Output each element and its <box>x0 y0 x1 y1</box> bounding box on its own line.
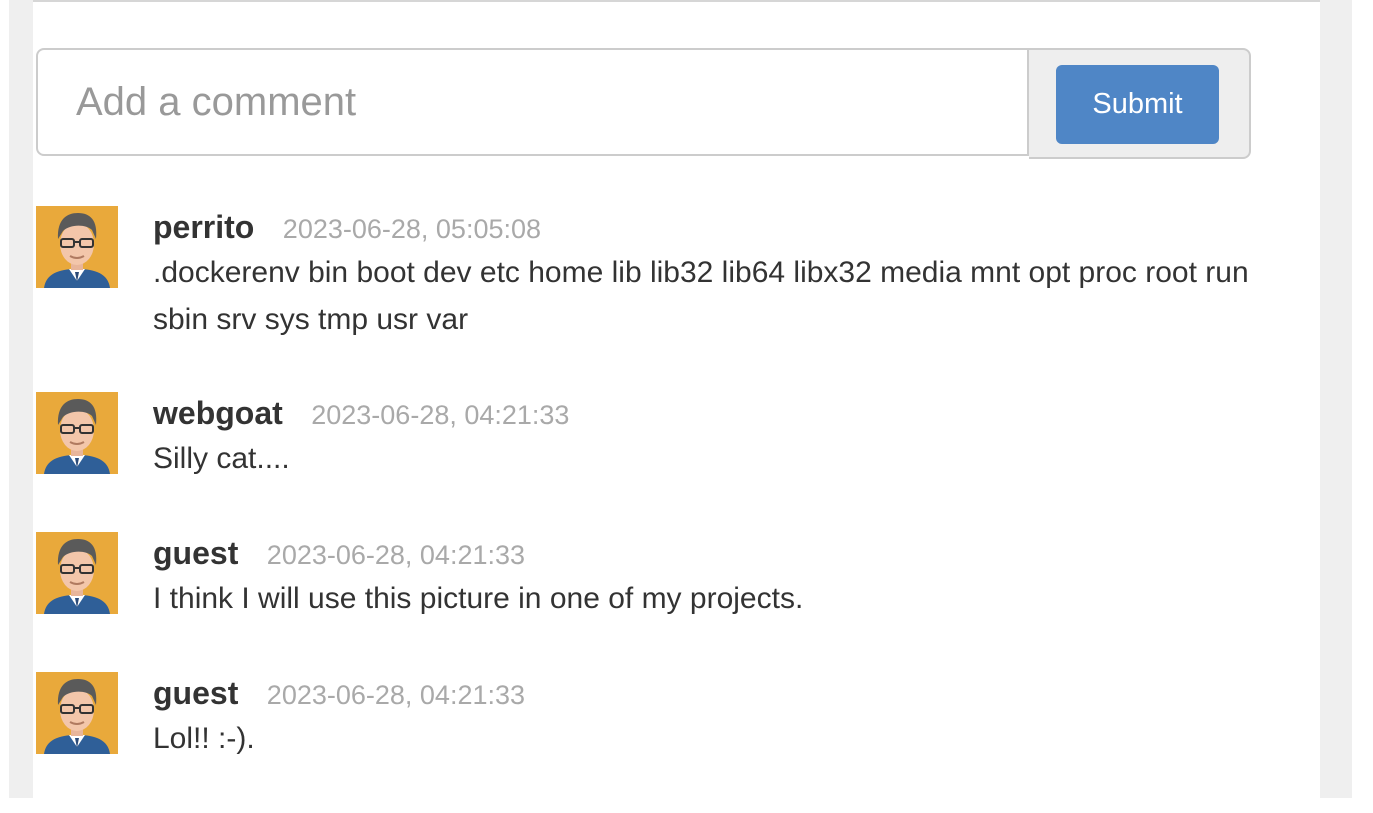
comment-body: guest 2023-06-28, 04:21:33 Lol!! :-). <box>153 672 1256 792</box>
comment-text: Silly cat.... <box>153 442 290 475</box>
comment-item: perrito 2023-06-28, 05:05:08 .dockerenv … <box>36 206 1256 392</box>
comment-text: .dockerenv bin boot dev etc home lib lib… <box>153 256 1249 336</box>
comment-timestamp: 2023-06-28, 04:21:33 <box>266 540 526 570</box>
comment-meta: guest 2023-06-28, 04:21:33 <box>153 534 1256 572</box>
comment-timestamp: 2023-06-28, 04:21:33 <box>266 680 526 710</box>
comment-author: guest <box>153 675 239 711</box>
comment-author: guest <box>153 535 239 571</box>
comment-item: guest 2023-06-28, 04:21:33 I think I wil… <box>36 532 1256 672</box>
comment-input[interactable] <box>36 48 1029 156</box>
user-avatar-icon <box>36 392 118 474</box>
comment-meta: webgoat 2023-06-28, 04:21:33 <box>153 394 1256 432</box>
comment-form: Submit <box>36 48 1251 159</box>
comment-timestamp: 2023-06-28, 04:21:33 <box>311 400 570 430</box>
comment-meta: perrito 2023-06-28, 05:05:08 <box>153 208 1256 246</box>
comment-meta: guest 2023-06-28, 04:21:33 <box>153 674 1256 712</box>
comment-body: webgoat 2023-06-28, 04:21:33 Silly cat..… <box>153 392 1256 532</box>
comment-text: Lol!! :-). <box>153 722 255 755</box>
user-avatar-icon <box>36 206 118 288</box>
comment-timestamp: 2023-06-28, 05:05:08 <box>282 214 542 244</box>
comment-list: perrito 2023-06-28, 05:05:08 .dockerenv … <box>36 206 1256 792</box>
user-avatar-icon <box>36 532 118 614</box>
comment-body: guest 2023-06-28, 04:21:33 I think I wil… <box>153 532 1256 672</box>
comment-text: I think I will use this picture in one o… <box>153 582 804 615</box>
user-avatar-icon <box>36 672 118 754</box>
submit-button[interactable]: Submit <box>1056 65 1219 144</box>
comment-body: perrito 2023-06-28, 05:05:08 .dockerenv … <box>153 206 1256 392</box>
comment-author: perrito <box>153 209 255 245</box>
comment-item: webgoat 2023-06-28, 04:21:33 Silly cat..… <box>36 392 1256 532</box>
submit-addon: Submit <box>1029 48 1251 159</box>
comment-author: webgoat <box>153 395 283 431</box>
comment-item: guest 2023-06-28, 04:21:33 Lol!! :-). <box>36 672 1256 792</box>
